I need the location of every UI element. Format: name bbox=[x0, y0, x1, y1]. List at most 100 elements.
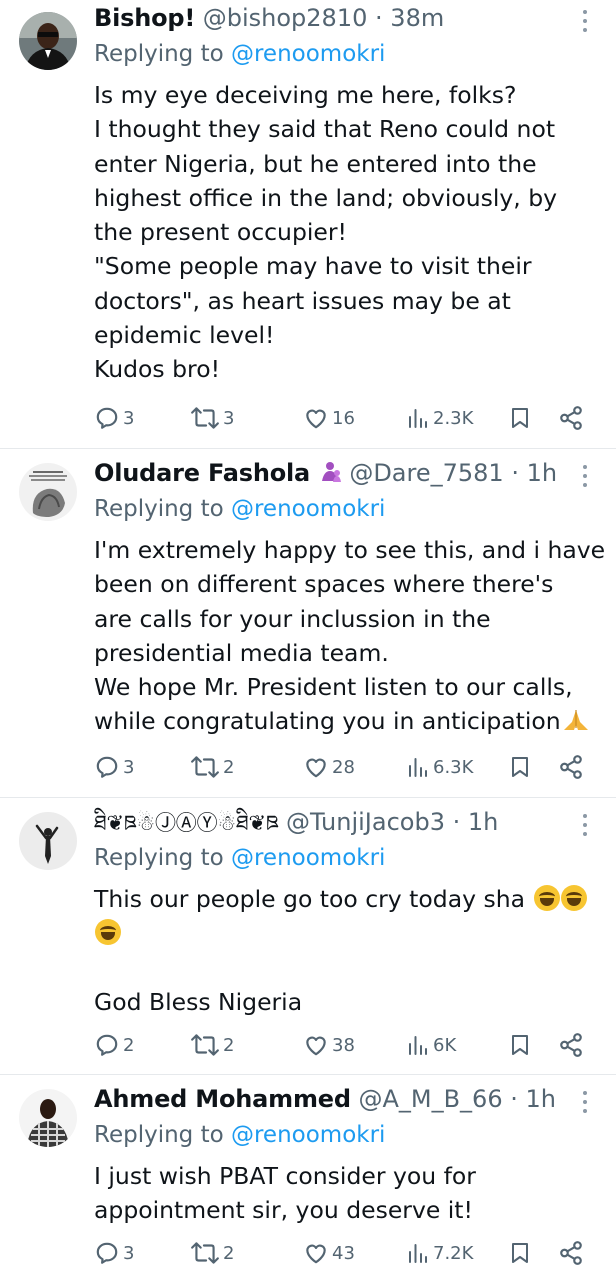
avatar[interactable] bbox=[19, 1089, 77, 1147]
text-line: the present occupier! bbox=[94, 218, 347, 247]
user-handle[interactable]: @TunjiJacob3 bbox=[286, 808, 445, 836]
views-button[interactable]: 2.3K bbox=[406, 403, 473, 433]
avatar[interactable] bbox=[19, 12, 77, 70]
display-name[interactable]: Oludare Fashola bbox=[94, 459, 310, 487]
replying-to: Replying to @renoomokri bbox=[94, 1119, 385, 1151]
bookmark-icon bbox=[512, 757, 528, 777]
more-icon[interactable] bbox=[578, 812, 592, 838]
bookmark-button[interactable] bbox=[508, 1030, 532, 1060]
user-handle[interactable]: @Dare_7581 bbox=[349, 459, 503, 487]
share-button[interactable] bbox=[558, 1238, 584, 1268]
text-line: while congratulating you in anticipation bbox=[94, 707, 561, 736]
more-icon[interactable] bbox=[578, 8, 592, 34]
action-bar: 2 2 38 6K bbox=[94, 1030, 594, 1060]
replying-label: Replying to bbox=[94, 496, 224, 522]
timestamp[interactable]: 38m bbox=[390, 4, 444, 32]
tweet-text: This our people go too cry today sha God… bbox=[94, 882, 609, 1019]
share-icon bbox=[560, 1241, 582, 1265]
more-icon[interactable] bbox=[578, 1089, 592, 1115]
tweet-header: Oludare Fashola @Dare_7581 · 1h bbox=[94, 457, 557, 489]
share-button[interactable] bbox=[558, 1030, 584, 1060]
like-button[interactable]: 28 bbox=[303, 752, 355, 782]
reply-icon bbox=[96, 1034, 118, 1056]
bookmark-icon bbox=[512, 408, 528, 428]
views-button[interactable]: 6K bbox=[406, 1030, 456, 1060]
share-icon bbox=[560, 406, 582, 430]
tweet[interactable]: ཐི❦ཋ☃︎ⒿⒶⓎ☃︎ཐི❦ཋ @TunjiJacob3 · 1h Replyi… bbox=[0, 804, 616, 1074]
views-button[interactable]: 7.2K bbox=[406, 1238, 473, 1268]
like-icon bbox=[306, 409, 326, 429]
display-name[interactable]: ཐི❦ཋ☃︎ⒿⒶⓎ☃︎ཐི❦ཋ bbox=[94, 811, 279, 835]
tweet[interactable]: Bishop! @bishop2810 · 38m Replying to @r… bbox=[0, 0, 616, 448]
separator-dot: · bbox=[510, 1085, 518, 1113]
mention-link[interactable]: @renoomokri bbox=[231, 41, 385, 67]
retweet-icon bbox=[191, 756, 219, 778]
tweet-header: Ahmed Mohammed @A_M_B_66 · 1h bbox=[94, 1083, 556, 1115]
divider bbox=[0, 797, 616, 798]
bookmark-button[interactable] bbox=[508, 403, 532, 433]
action-bar: 3 3 16 2.3K bbox=[94, 403, 594, 433]
text-line: "Some people may have to visit their bbox=[94, 252, 532, 281]
retweet-button[interactable]: 2 bbox=[190, 1238, 234, 1268]
reply-icon bbox=[96, 407, 118, 429]
bookmark-button[interactable] bbox=[508, 752, 532, 782]
text-line: I'm extremely happy to see this, and i h… bbox=[94, 536, 606, 564]
like-icon bbox=[306, 758, 326, 778]
share-button[interactable] bbox=[558, 752, 584, 782]
reply-button[interactable]: 2 bbox=[94, 1030, 134, 1060]
text-line: Kudos bro! bbox=[94, 355, 221, 384]
tweet[interactable]: Ahmed Mohammed @A_M_B_66 · 1h Replying t… bbox=[0, 1081, 616, 1280]
praying-hands-emoji bbox=[563, 710, 588, 731]
timestamp[interactable]: 1h bbox=[527, 459, 557, 487]
views-count: 6K bbox=[433, 1034, 457, 1056]
tweet-text: Is my eye deceiving me here, folks? I th… bbox=[94, 78, 609, 387]
text-line: been on different spaces where there's bbox=[94, 570, 554, 599]
mention-link[interactable]: @renoomokri bbox=[231, 496, 385, 522]
retweet-count: 2 bbox=[223, 756, 235, 778]
views-button[interactable]: 6.3K bbox=[406, 752, 473, 782]
mention-link[interactable]: @renoomokri bbox=[231, 1122, 385, 1148]
reply-button[interactable]: 3 bbox=[94, 1238, 134, 1268]
like-button[interactable]: 16 bbox=[303, 403, 355, 433]
retweet-button[interactable]: 3 bbox=[190, 403, 234, 433]
retweet-count: 2 bbox=[223, 1242, 235, 1264]
text-line: God Bless Nigeria bbox=[94, 987, 303, 1016]
more-icon[interactable] bbox=[578, 463, 592, 489]
avatar[interactable] bbox=[19, 812, 77, 870]
reply-icon bbox=[96, 756, 118, 778]
tweet-header: Bishop! @bishop2810 · 38m bbox=[94, 2, 444, 34]
display-name[interactable]: Bishop! bbox=[94, 4, 195, 32]
tweet-text: I'm extremely happy to see this, and i h… bbox=[94, 533, 609, 739]
mention-link[interactable]: @renoomokri bbox=[231, 845, 385, 871]
separator-dot: · bbox=[375, 4, 383, 32]
avatar[interactable] bbox=[19, 463, 77, 521]
tweet[interactable]: Oludare Fashola @Dare_7581 · 1h Replying… bbox=[0, 455, 616, 797]
action-bar: 3 2 43 7.2K bbox=[94, 1238, 594, 1268]
tweet-text: I just wish PBAT consider you for appoin… bbox=[94, 1159, 609, 1228]
share-button[interactable] bbox=[558, 403, 584, 433]
like-count: 43 bbox=[332, 1242, 355, 1264]
bookmark-button[interactable] bbox=[508, 1238, 532, 1268]
timestamp[interactable]: 1h bbox=[526, 1085, 556, 1113]
retweet-icon bbox=[191, 1242, 219, 1264]
timestamp[interactable]: 1h bbox=[468, 808, 498, 836]
share-icon bbox=[560, 755, 582, 779]
like-button[interactable]: 43 bbox=[303, 1238, 355, 1268]
like-icon bbox=[306, 1244, 326, 1264]
retweet-icon bbox=[191, 1034, 219, 1056]
separator-dot: · bbox=[452, 808, 461, 836]
text-line: This our people go too cry today sha bbox=[94, 885, 526, 913]
like-icon bbox=[306, 1036, 326, 1056]
views-icon bbox=[409, 1244, 427, 1263]
retweet-button[interactable]: 2 bbox=[190, 1030, 234, 1060]
display-name[interactable]: Ahmed Mohammed bbox=[94, 1085, 351, 1113]
share-icon bbox=[560, 1033, 582, 1057]
replying-to: Replying to @renoomokri bbox=[94, 842, 385, 874]
retweet-button[interactable]: 2 bbox=[190, 752, 234, 782]
reply-button[interactable]: 3 bbox=[94, 403, 134, 433]
laughing-emoji bbox=[533, 885, 560, 911]
user-handle[interactable]: @A_M_B_66 bbox=[358, 1085, 502, 1113]
reply-button[interactable]: 3 bbox=[94, 752, 134, 782]
like-button[interactable]: 38 bbox=[303, 1030, 355, 1060]
user-handle[interactable]: @bishop2810 bbox=[203, 4, 368, 32]
